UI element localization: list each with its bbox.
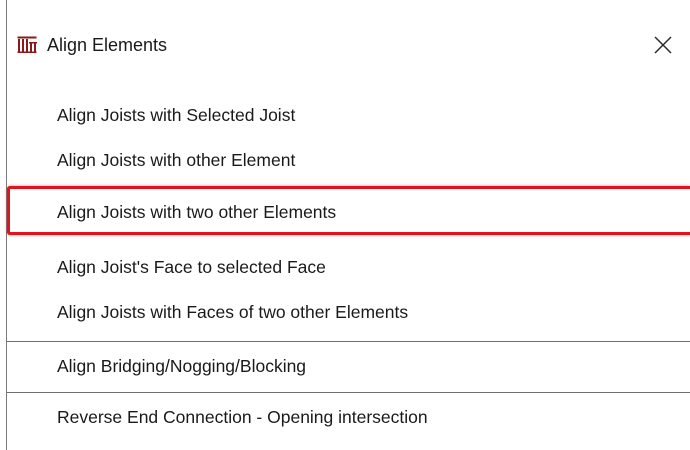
menu-item-label: Align Joists with other Element: [57, 150, 296, 170]
menu-item-label: Align Joist's Face to selected Face: [57, 257, 326, 277]
dialog-title: Align Elements: [47, 35, 168, 55]
align-elements-panel: Align Elements Align Joists with Selecte…: [0, 0, 690, 450]
menu-item-align-joists-other-element[interactable]: Align Joists with other Element: [7, 140, 690, 180]
menu-item-label: Align Bridging/Nogging/Blocking: [57, 356, 307, 376]
menu-item-label: Align Joists with two other Elements: [57, 202, 337, 222]
menu-item-label: Align Joists with Selected Joist: [57, 105, 296, 125]
menu-item-align-joists-faces-two-elements[interactable]: Align Joists with Faces of two other Ele…: [7, 292, 690, 332]
menu-item-label: Align Joists with Faces of two other Ele…: [57, 302, 409, 322]
align-elements-icon: [17, 36, 37, 53]
menu-separator: [7, 341, 690, 342]
close-button[interactable]: [648, 31, 678, 59]
menu-item-align-joists-selected-joist[interactable]: Align Joists with Selected Joist: [7, 95, 690, 135]
menu-item-label: Reverse End Connection - Opening interse…: [57, 407, 428, 427]
menu-item-reverse-end-connection[interactable]: Reverse End Connection - Opening interse…: [7, 397, 690, 437]
menu-item-align-joists-two-elements[interactable]: Align Joists with two other Elements: [7, 186, 690, 235]
menu-item-align-joist-face[interactable]: Align Joist's Face to selected Face: [7, 247, 690, 287]
menu-separator: [7, 392, 690, 393]
close-icon: [648, 36, 678, 63]
panel-header: Align Elements: [7, 0, 690, 90]
menu-item-align-bridging[interactable]: Align Bridging/Nogging/Blocking: [7, 346, 690, 386]
